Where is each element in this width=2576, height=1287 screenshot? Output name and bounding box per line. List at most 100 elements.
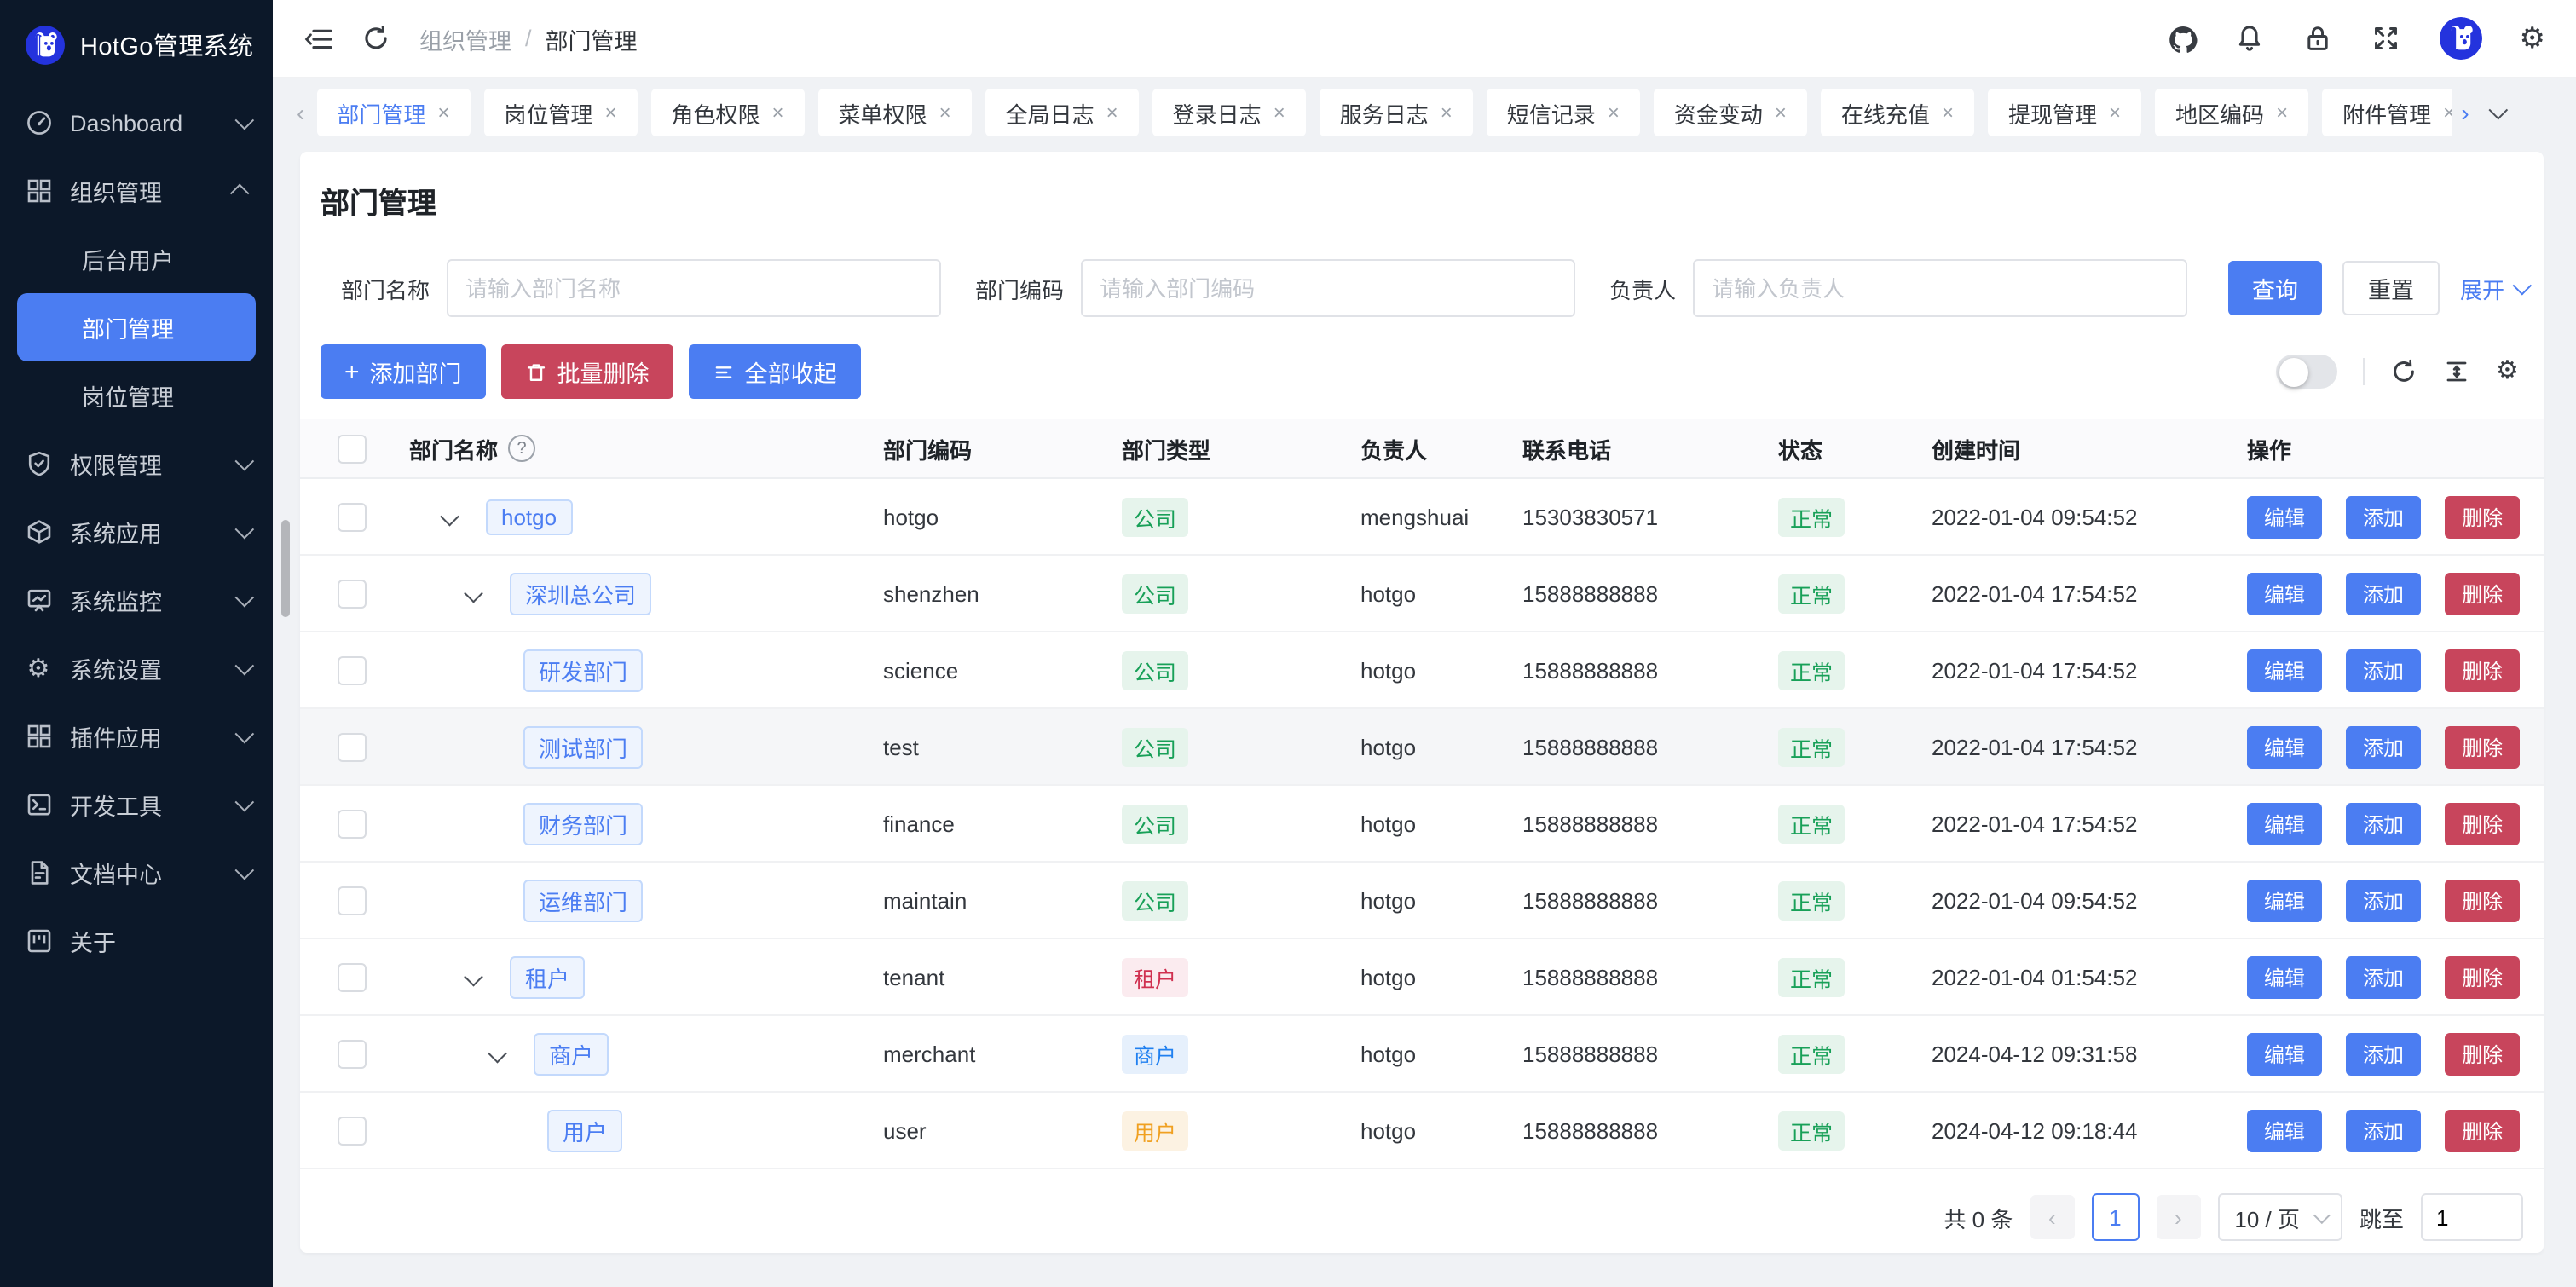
sidebar-item-organization[interactable]: 组织管理 [0,157,273,225]
sidebar-item-system-settings[interactable]: ⚙ 系统设置 [0,634,273,702]
jump-page-input[interactable] [2421,1193,2523,1241]
sidebar-item-system-apps[interactable]: 系统应用 [0,498,273,566]
delete-button[interactable]: 删除 [2445,1109,2520,1151]
sidebar-item-docs[interactable]: 文档中心 [0,839,273,907]
add-department-button[interactable]: + 添加部门 [321,344,486,399]
sidebar-item-permissions[interactable]: 权限管理 [0,430,273,498]
batch-delete-button[interactable]: 批量删除 [501,344,673,399]
tab-item[interactable]: 服务日志× [1320,89,1473,136]
sidebar-item-dev-tools[interactable]: 开发工具 [0,770,273,839]
help-icon[interactable]: ? [508,435,535,462]
expand-chevron-icon[interactable] [465,967,482,985]
tab-item[interactable]: 全局日志× [985,89,1139,136]
edit-button[interactable]: 编辑 [2247,1032,2322,1075]
tab-item[interactable]: 地区编码× [2155,89,2308,136]
sidebar-item-backend-users[interactable]: 后台用户 [0,225,273,293]
row-checkbox[interactable] [338,579,367,608]
tab-item[interactable]: 岗位管理× [483,89,637,136]
row-density-icon[interactable] [2443,358,2470,385]
expand-chevron-icon[interactable] [441,507,459,525]
close-icon[interactable]: × [1441,101,1453,124]
dept-name-pill[interactable]: 财务部门 [523,802,643,845]
close-icon[interactable]: × [2443,101,2451,124]
tab-item[interactable]: 短信记录× [1487,89,1640,136]
close-icon[interactable]: × [1106,101,1118,124]
refresh-icon[interactable] [361,23,392,54]
dept-name-input[interactable] [447,259,941,317]
dept-name-pill[interactable]: 用户 [547,1109,622,1151]
row-checkbox[interactable] [338,1039,367,1068]
delete-button[interactable]: 删除 [2445,955,2520,998]
dept-name-pill[interactable]: 研发部门 [523,649,643,691]
dept-name-pill[interactable]: 运维部门 [523,879,643,921]
add-button[interactable]: 添加 [2346,879,2421,921]
sidebar-item-dashboard[interactable]: Dashboard [0,89,273,157]
add-button[interactable]: 添加 [2346,1032,2421,1075]
close-icon[interactable]: × [1942,101,1954,124]
row-checkbox[interactable] [338,502,367,531]
delete-button[interactable]: 删除 [2445,802,2520,845]
delete-button[interactable]: 删除 [2445,1032,2520,1075]
add-button[interactable]: 添加 [2346,649,2421,691]
prev-page-button[interactable]: ‹ [2030,1195,2074,1239]
tab-item[interactable]: 在线充值× [1821,89,1974,136]
dept-name-pill[interactable]: hotgo [486,499,572,534]
tab-item[interactable]: 资金变动× [1654,89,1807,136]
bell-icon[interactable] [2235,23,2266,54]
edit-button[interactable]: 编辑 [2247,879,2322,921]
add-button[interactable]: 添加 [2346,495,2421,538]
lock-icon[interactable] [2303,23,2334,54]
add-button[interactable]: 添加 [2346,725,2421,768]
app-logo[interactable]: HotGo管理系统 [0,0,273,89]
delete-button[interactable]: 删除 [2445,495,2520,538]
edit-button[interactable]: 编辑 [2247,495,2322,538]
dept-code-input[interactable] [1081,259,1575,317]
add-button[interactable]: 添加 [2346,1109,2421,1151]
edit-button[interactable]: 编辑 [2247,1109,2322,1151]
tab-item[interactable]: 登录日志× [1152,89,1306,136]
expand-chevron-icon[interactable] [465,584,482,602]
tabs-scroll-right-icon[interactable]: › [2461,99,2469,126]
dept-name-pill[interactable]: 租户 [510,955,585,998]
row-checkbox[interactable] [338,809,367,838]
tab-item[interactable]: 附件管理× [2322,89,2451,136]
dept-name-pill[interactable]: 深圳总公司 [510,572,651,615]
close-icon[interactable]: × [1274,101,1285,124]
tab-item[interactable]: 角色权限× [650,89,804,136]
settings-gear-icon[interactable]: ⚙ [2520,24,2546,53]
tabs-scroll-left-icon[interactable]: ‹ [297,99,304,126]
edit-button[interactable]: 编辑 [2247,649,2322,691]
page-number-button[interactable]: 1 [2091,1193,2139,1241]
sidebar-item-department-mgmt[interactable]: 部门管理 [17,293,256,361]
column-settings-gear-icon[interactable]: ⚙ [2496,358,2523,385]
row-checkbox[interactable] [338,732,367,761]
sidebar-item-plugins[interactable]: 插件应用 [0,702,273,770]
row-checkbox[interactable] [338,655,367,684]
edit-button[interactable]: 编辑 [2247,802,2322,845]
fullscreen-icon[interactable] [2371,23,2402,54]
tab-item[interactable]: 部门管理× [316,89,470,136]
tabs-menu-icon[interactable] [2489,101,2509,120]
collapse-menu-icon[interactable] [303,23,334,54]
close-icon[interactable]: × [2276,101,2288,124]
query-button[interactable]: 查询 [2228,261,2322,315]
delete-button[interactable]: 删除 [2445,725,2520,768]
close-icon[interactable]: × [1775,101,1787,124]
row-checkbox[interactable] [338,1116,367,1145]
table-refresh-icon[interactable] [2390,358,2417,385]
add-button[interactable]: 添加 [2346,802,2421,845]
expand-link[interactable]: 展开 [2460,272,2527,304]
add-button[interactable]: 添加 [2346,955,2421,998]
edit-button[interactable]: 编辑 [2247,725,2322,768]
dept-name-pill[interactable]: 测试部门 [523,725,643,768]
sidebar-item-about[interactable]: 关于 [0,907,273,975]
tab-item[interactable]: 提现管理× [1988,89,2141,136]
edit-button[interactable]: 编辑 [2247,572,2322,615]
edit-button[interactable]: 编辑 [2247,955,2322,998]
close-icon[interactable]: × [772,101,784,124]
tab-item[interactable]: 菜单权限× [818,89,972,136]
delete-button[interactable]: 删除 [2445,572,2520,615]
reset-button[interactable]: 重置 [2342,261,2440,315]
striped-toggle[interactable] [2276,355,2337,389]
sidebar-scrollbar-thumb[interactable] [281,520,290,617]
